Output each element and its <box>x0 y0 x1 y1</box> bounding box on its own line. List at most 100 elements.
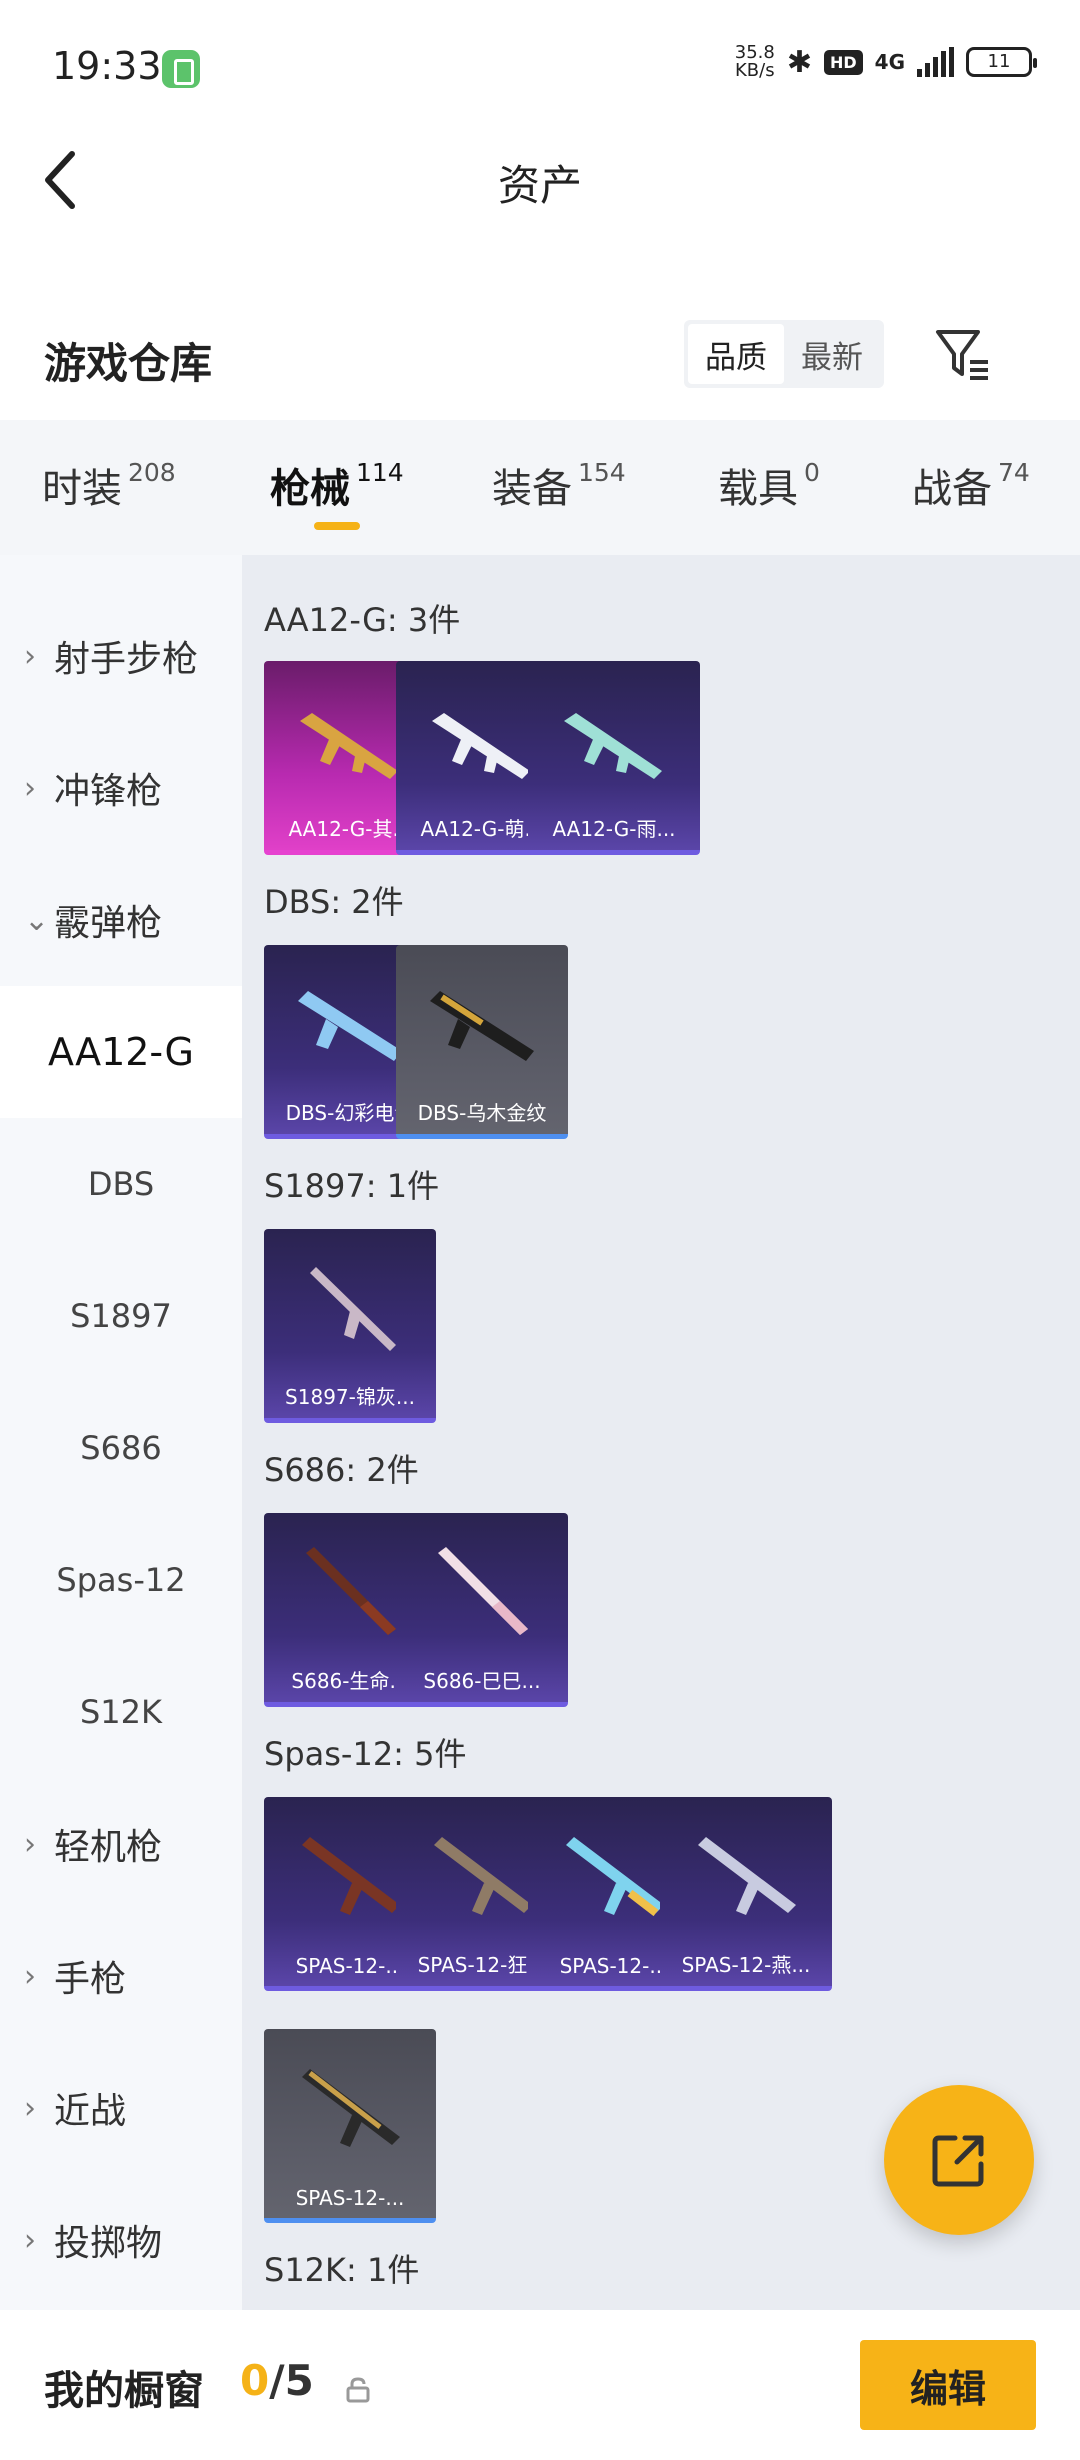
weapon-name: S1897-锦灰... <box>285 1385 415 1409</box>
weapon-name: DBS-乌木金纹 <box>417 1101 547 1125</box>
sidebar-item-label: 霰弹枪 <box>54 903 163 944</box>
warehouse-title: 游戏仓库 <box>44 339 213 388</box>
sidebar-item-marksman-rifles[interactable]: › 射手步枪 <box>0 590 242 722</box>
sidebar-subitem-s12k[interactable]: S12K <box>0 1646 242 1778</box>
page-title: 资产 <box>497 161 582 210</box>
chevron-right-icon: › <box>24 2090 36 2126</box>
weapon-card[interactable]: DBS-乌木金纹 <box>396 945 568 1139</box>
showcase-count: 0/5 <box>240 2356 314 2405</box>
shotgun-icon <box>302 1837 400 1915</box>
weapon-card[interactable]: S686-巳巳... <box>396 1513 568 1707</box>
tab-label: 时装 <box>42 466 122 512</box>
sidebar-item-label: 手枪 <box>54 1959 127 2000</box>
bluetooth-icon: ✱ <box>786 44 812 80</box>
weapon-grid: AA12-G: 3件 5级 AA12-G-其... AA12-G-萌... AA… <box>242 555 1080 2310</box>
shotgun-icon <box>698 1837 796 1915</box>
shotgun-icon <box>302 2069 400 2147</box>
sidebar-item-label: 近战 <box>54 2091 127 2132</box>
filter-icon[interactable] <box>934 326 992 382</box>
chevron-down-icon: ⌄ <box>24 902 50 938</box>
sidebar-subitem-label: DBS <box>87 1165 155 1203</box>
tab-label: 载具 <box>718 466 798 512</box>
weapon-name: SPAS-12-燕... <box>681 1953 811 1977</box>
group-title: DBS: 2件 <box>264 883 404 921</box>
tab-count: 0 <box>804 458 820 487</box>
sidebar-subitem-aa12g[interactable]: AA12-G <box>0 986 242 1118</box>
tab-supplies[interactable]: 战备 74 <box>912 456 1030 514</box>
network-type: 4G <box>874 50 905 74</box>
lock-icon <box>346 2377 370 2403</box>
signal-icon <box>917 47 954 77</box>
shotgun-icon <box>306 1547 396 1635</box>
weapon-card[interactable]: S1897-锦灰... <box>264 1229 436 1423</box>
hd-badge: HD <box>823 49 863 75</box>
sidebar-item-label: 冲锋枪 <box>54 771 163 812</box>
chevron-right-icon: › <box>24 1826 36 1862</box>
network-speed-unit: KB/s <box>735 60 775 81</box>
sidebar-item-melee[interactable]: › 近战 <box>0 2042 242 2174</box>
shotgun-icon <box>432 713 530 779</box>
tab-equipment[interactable]: 装备 154 <box>492 456 626 514</box>
edit-button[interactable]: 编辑 <box>860 2340 1036 2430</box>
weapon-card[interactable]: SPAS-12-燕... <box>660 1797 832 1991</box>
sidebar-subitem-s1897[interactable]: S1897 <box>0 1250 242 1382</box>
tab-count: 154 <box>578 458 626 487</box>
tab-label: 战备 <box>912 466 992 512</box>
showcase-bar: 我的橱窗 0/5 编辑 <box>0 2310 1080 2460</box>
app-notification-icon <box>162 50 200 88</box>
network-speed: 35.8 KB/s <box>735 44 775 80</box>
sidebar-subitem-label: S686 <box>80 1429 162 1467</box>
sidebar-subitem-label: S1897 <box>70 1297 172 1335</box>
tab-vehicles[interactable]: 载具 0 <box>718 456 820 514</box>
active-tab-indicator <box>314 522 360 530</box>
group-title: Spas-12: 5件 <box>264 1735 467 1773</box>
warehouse-header: 游戏仓库 品质 最新 <box>0 310 1080 400</box>
shotgun-icon <box>434 1837 532 1915</box>
showcase-label: 我的橱窗 <box>44 2368 204 2414</box>
sidebar-item-label: 轻机枪 <box>54 1827 163 1868</box>
sort-quality-button[interactable]: 品质 <box>688 324 784 384</box>
category-tabs: 时装 208 枪械 114 装备 154 载具 0 战备 74 <box>0 420 1080 555</box>
weapon-name: AA12-G-雨... <box>552 817 676 841</box>
sort-toggle: 品质 最新 <box>684 320 884 388</box>
showcase-current: 0 <box>240 2356 270 2405</box>
group-title: S1897: 1件 <box>264 1167 440 1205</box>
weapon-card[interactable]: AA12-G-雨... <box>528 661 700 855</box>
chevron-right-icon: › <box>24 2222 36 2258</box>
chevron-right-icon: › <box>24 638 36 674</box>
tab-fashion[interactable]: 时装 208 <box>42 456 176 514</box>
sidebar-subitem-dbs[interactable]: DBS <box>0 1118 242 1250</box>
sidebar-item-shotguns[interactable]: ⌄ 霰弹枪 <box>0 854 242 986</box>
sort-newest-button[interactable]: 最新 <box>784 324 880 384</box>
tab-count: 114 <box>356 458 404 487</box>
sidebar-subitem-label: Spas-12 <box>56 1561 186 1599</box>
sidebar-item-lmgs[interactable]: › 轻机枪 <box>0 1778 242 1910</box>
showcase-total: /5 <box>269 2356 314 2405</box>
weapon-category-sidebar: › 射手步枪 › 冲锋枪 ⌄ 霰弹枪 AA12-G DBS S1897 S686… <box>0 555 242 2310</box>
shotgun-icon <box>564 713 662 779</box>
chevron-right-icon: › <box>24 1958 36 1994</box>
group-title: S686: 2件 <box>264 1451 419 1489</box>
shotgun-icon <box>430 991 534 1061</box>
status-time: 19:33 <box>52 44 162 88</box>
share-out-icon <box>932 2135 984 2187</box>
status-icons: 35.8 KB/s ✱ HD 4G 11 <box>735 44 1037 80</box>
group-title: S12K: 1件 <box>264 2251 420 2289</box>
sidebar-item-label: 射手步枪 <box>54 639 199 680</box>
tab-firearms[interactable]: 枪械 114 <box>270 456 404 514</box>
battery-level: 11 <box>987 51 1011 72</box>
sidebar-subitem-label: AA12-G <box>48 1030 194 1074</box>
shotgun-icon <box>438 1547 528 1635</box>
sidebar-subitem-spas12[interactable]: Spas-12 <box>0 1514 242 1646</box>
weapon-name: SPAS-12-... <box>295 2186 405 2210</box>
tab-label: 装备 <box>492 466 572 512</box>
share-button[interactable] <box>884 2085 1034 2235</box>
weapon-card[interactable]: SPAS-12-... <box>264 2029 436 2223</box>
sidebar-subitem-label: S12K <box>79 1693 162 1731</box>
tab-label: 枪械 <box>270 466 350 512</box>
sidebar-item-smgs[interactable]: › 冲锋枪 <box>0 722 242 854</box>
sidebar-subitem-s686[interactable]: S686 <box>0 1382 242 1514</box>
sidebar-item-throwables[interactable]: › 投掷物 <box>0 2174 242 2306</box>
sidebar-item-pistols[interactable]: › 手枪 <box>0 1910 242 2042</box>
tab-count: 208 <box>128 458 176 487</box>
